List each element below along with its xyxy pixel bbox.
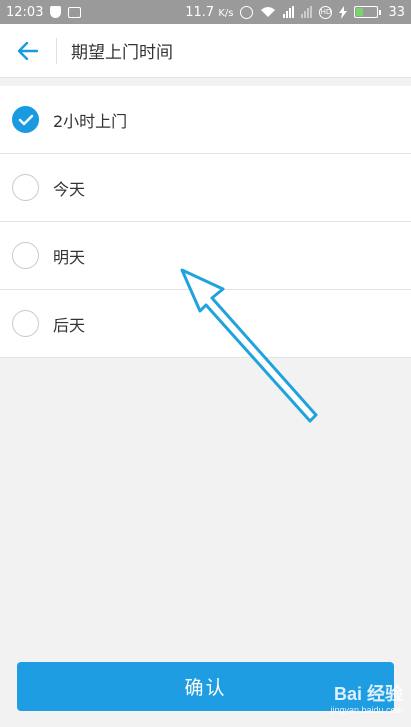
option-tomorrow[interactable]: 明天	[0, 222, 411, 290]
network-speed-unit: K/s	[218, 7, 234, 19]
battery-level: 33	[388, 4, 405, 20]
option-day-after-tomorrow[interactable]: 后天	[0, 290, 411, 358]
back-button[interactable]	[0, 24, 56, 78]
radio-unchecked-icon[interactable]	[12, 242, 39, 269]
shield-icon	[50, 6, 62, 18]
wifi-icon	[260, 6, 276, 18]
mail-icon	[68, 6, 82, 18]
battery-icon	[354, 6, 382, 18]
signal-icon	[283, 6, 295, 18]
option-today[interactable]: 今天	[0, 154, 411, 222]
option-two-hours[interactable]: 2小时上门	[0, 86, 411, 154]
signal-2-icon	[301, 6, 313, 18]
option-label: 今天	[53, 179, 86, 199]
battery-fill	[356, 8, 364, 16]
time-option-list: 2小时上门 今天 明天 后天	[0, 86, 411, 358]
network-speed: 11.7 K/s	[185, 5, 233, 20]
confirm-button[interactable]: 确认	[17, 662, 394, 711]
option-label: 后天	[53, 315, 86, 335]
radio-unchecked-icon[interactable]	[12, 174, 39, 201]
header: 期望上门时间	[0, 24, 411, 78]
radio-checked-icon[interactable]	[12, 106, 39, 133]
arrow-left-icon	[18, 41, 38, 60]
status-bar: 12:03 11.7 K/s HD 33	[0, 0, 411, 24]
network-speed-value: 11.7	[185, 4, 215, 20]
flash-icon	[339, 5, 348, 19]
header-divider	[56, 37, 57, 64]
option-label: 2小时上门	[53, 111, 128, 131]
clock: 12:03	[6, 4, 44, 20]
radio-unchecked-icon[interactable]	[12, 310, 39, 337]
alarm-icon	[240, 5, 254, 19]
page-title: 期望上门时间	[71, 43, 173, 63]
hd-icon: HD	[319, 5, 333, 19]
option-label: 明天	[53, 247, 86, 267]
